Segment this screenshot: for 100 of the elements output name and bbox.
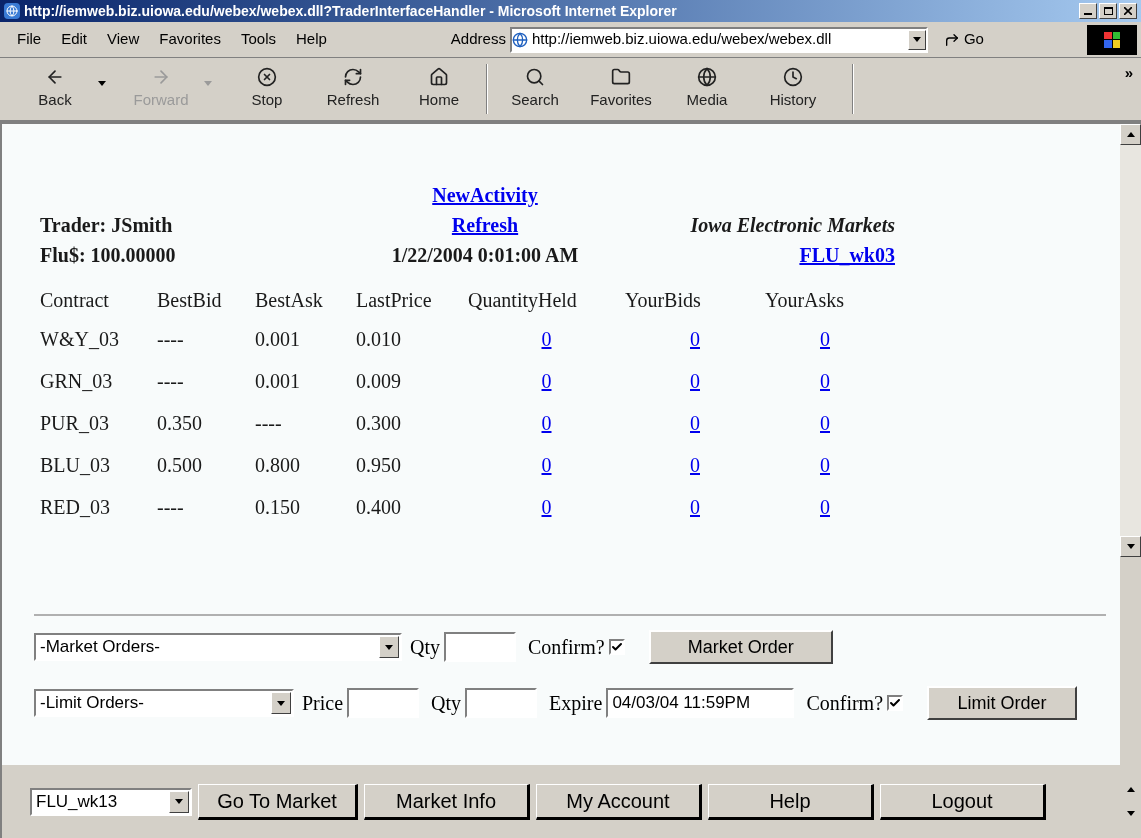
maximize-button[interactable] [1099, 3, 1117, 19]
close-button[interactable] [1119, 3, 1137, 19]
column-header: YourBids [625, 288, 702, 313]
dropdown-button[interactable] [271, 692, 291, 714]
menu-item[interactable]: Edit [52, 28, 97, 51]
maximize-icon [1103, 7, 1113, 15]
down-arrow-icon [1126, 811, 1135, 816]
minimize-icon [1084, 13, 1092, 15]
quantity-link[interactable]: 0 [541, 492, 552, 522]
table-cell-text: 0.001 [255, 369, 301, 394]
price-input[interactable] [347, 688, 420, 718]
quantity-link[interactable]: 0 [690, 450, 700, 480]
toolbar-button[interactable]: History [750, 66, 836, 112]
table-cell-text: 0.001 [255, 327, 301, 352]
nav-button[interactable]: Go To Market [198, 783, 358, 820]
toolbar-button[interactable]: Back [12, 66, 118, 112]
qty-input[interactable] [465, 688, 538, 718]
quantity-link[interactable]: 0 [690, 324, 700, 354]
table-cell-text: 0.009 [356, 369, 402, 394]
menu-item[interactable]: Tools [231, 28, 285, 51]
confirm-label: Confirm? [806, 691, 884, 716]
clock-icon [783, 66, 803, 87]
checkbox[interactable] [608, 639, 625, 655]
market-order-button[interactable]: Market Order [648, 630, 833, 664]
limit-order-select[interactable]: -Limit Orders- [34, 689, 294, 717]
market-link[interactable]: FLU_wk03 [799, 240, 895, 270]
quantity-link[interactable]: 0 [820, 492, 830, 522]
expire-label: Expire [549, 691, 603, 717]
toolbar-button[interactable]: Refresh [310, 66, 396, 112]
table-cell-text: 0.950 [356, 453, 402, 478]
table-cell-text: ---- [157, 495, 185, 520]
dropdown-button[interactable] [379, 636, 399, 658]
qty-label: Qty [410, 635, 440, 661]
toolbar-more-button[interactable]: » [1124, 62, 1133, 85]
toolbar-button[interactable]: Media [664, 66, 750, 112]
header-link[interactable]: NewActivity [432, 180, 538, 210]
down-arrow-icon [385, 644, 393, 650]
stop-icon [257, 66, 277, 87]
table-cell-text: BLU_03 [40, 453, 111, 478]
quantity-link[interactable]: 0 [820, 408, 830, 438]
nav-button[interactable]: My Account [536, 783, 702, 820]
table-cell-text: 0.350 [157, 411, 203, 436]
market-order-select[interactable]: -Market Orders- [34, 633, 402, 661]
quantity-link[interactable]: 0 [690, 492, 700, 522]
table-cell-text: ---- [255, 411, 283, 436]
vertical-scrollbar[interactable] [1120, 124, 1141, 557]
quantity-link[interactable]: 0 [541, 408, 552, 438]
quantity-link[interactable]: 0 [541, 450, 552, 480]
folder-icon [611, 66, 631, 87]
toolbar-button[interactable]: Home [396, 66, 482, 112]
nav-button[interactable]: Help [708, 783, 874, 820]
dropdown-button[interactable] [169, 790, 189, 813]
quantity-link[interactable]: 0 [541, 324, 552, 354]
quantity-link[interactable]: 0 [820, 450, 830, 480]
expire-input[interactable]: 04/03/04 11:59PM [606, 688, 795, 718]
market-select[interactable]: FLU_wk13 [30, 787, 192, 816]
quantity-link[interactable]: 0 [541, 366, 552, 396]
quantity-link[interactable]: 0 [820, 366, 830, 396]
table-cell-text: RED_03 [40, 495, 111, 520]
table-cell-text: PUR_03 [40, 411, 110, 436]
table-cell-text: GRN_03 [40, 369, 114, 394]
quantity-link[interactable]: 0 [820, 324, 830, 354]
close-icon [1124, 7, 1132, 15]
refresh-icon [343, 66, 363, 87]
menu-item[interactable]: View [98, 28, 149, 51]
nav-button[interactable]: Logout [880, 783, 1046, 820]
quantity-link[interactable]: 0 [690, 408, 700, 438]
checkbox[interactable] [887, 695, 904, 711]
header-link[interactable]: Refresh [451, 210, 519, 240]
menu-item[interactable]: File [8, 28, 51, 51]
scroll-up-button[interactable] [1120, 124, 1141, 145]
go-button[interactable]: Go [943, 28, 984, 51]
table-cell-text: 0.300 [356, 411, 402, 436]
price-label: Price [302, 691, 344, 716]
home-icon [429, 66, 449, 87]
table-cell-text: 0.150 [255, 495, 301, 520]
toolbar-button[interactable]: Search [492, 66, 578, 112]
caret-icon [204, 80, 212, 86]
limit-order-button[interactable]: Limit Order [927, 686, 1078, 720]
column-header: BestBid [157, 288, 223, 313]
nav-button[interactable]: Market Info [364, 783, 530, 820]
quantity-link[interactable]: 0 [690, 366, 700, 396]
menu-item[interactable]: Help [287, 28, 336, 51]
balance-text: Flu$: 100.00000 [40, 243, 177, 268]
menu-item[interactable]: Favorites [150, 28, 230, 51]
toolbar-button[interactable]: Stop [224, 66, 310, 112]
minimize-button[interactable] [1079, 3, 1097, 19]
column-header: Contract [40, 288, 110, 313]
up-arrow-icon [1126, 787, 1135, 792]
market-name: Iowa Electronic Markets [690, 213, 895, 238]
qty-input[interactable] [444, 632, 516, 662]
qty-label: Qty [431, 691, 462, 717]
down-arrow-icon [912, 37, 921, 42]
table-cell-text: 0.800 [255, 453, 301, 478]
address-field[interactable]: http://iemweb.biz.uiowa.edu/webex/webex.dll [509, 26, 928, 53]
scroll-down-button[interactable] [1120, 536, 1141, 557]
window-title: http://iemweb.biz.uiowa.edu/webex/webex.dll?TraderInterfaceHandler - Microsoft Internet Explorer [24, 1, 678, 21]
globe-icon [697, 66, 717, 87]
toolbar-button[interactable]: Favorites [578, 66, 664, 112]
dropdown-button[interactable] [907, 29, 926, 50]
